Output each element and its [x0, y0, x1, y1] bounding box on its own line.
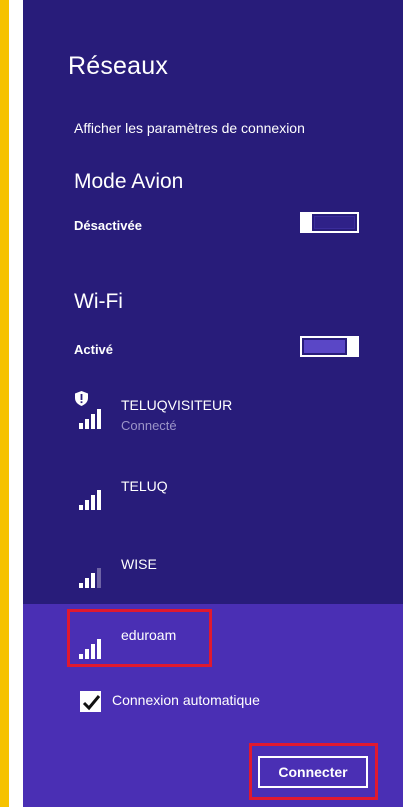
- wifi-signal-icon: [77, 562, 107, 588]
- right-gap: [403, 0, 409, 807]
- network-item-teluq[interactable]: TELUQ: [77, 478, 377, 528]
- toggle-track: [304, 340, 345, 353]
- wifi-state: Activé: [74, 342, 114, 357]
- network-item-wise[interactable]: WISE: [77, 556, 377, 606]
- toggle-thumb: [300, 212, 312, 233]
- network-name: TELUQ: [121, 478, 168, 494]
- wifi-toggle[interactable]: [300, 336, 359, 357]
- toggle-thumb: [347, 336, 359, 357]
- check-icon: [82, 695, 101, 711]
- auto-connect-checkbox[interactable]: [80, 691, 101, 712]
- toggle-track: [314, 216, 355, 229]
- accent-strip: [0, 0, 9, 807]
- left-gap: [9, 0, 23, 807]
- page-title: Réseaux: [68, 52, 169, 80]
- wifi-signal-icon: [77, 484, 107, 510]
- network-name: TELUQVISITEUR: [121, 397, 233, 413]
- airplane-mode-state: Désactivée: [74, 218, 142, 233]
- network-status: Connecté: [121, 418, 177, 433]
- network-name: WISE: [121, 556, 157, 572]
- connect-button[interactable]: Connecter: [258, 756, 368, 788]
- shield-icon: [75, 391, 88, 406]
- connection-settings-link[interactable]: Afficher les paramètres de connexion: [74, 120, 305, 136]
- airplane-mode-title: Mode Avion: [74, 170, 184, 193]
- auto-connect-label: Connexion automatique: [112, 692, 260, 708]
- wifi-title: Wi-Fi: [74, 290, 123, 313]
- eduroam-highlight-box: [67, 609, 212, 667]
- wifi-signal-icon: [77, 403, 107, 429]
- network-item-teluqvisiteur[interactable]: TELUQVISITEUR Connecté: [75, 391, 377, 447]
- airplane-mode-toggle[interactable]: [300, 212, 359, 233]
